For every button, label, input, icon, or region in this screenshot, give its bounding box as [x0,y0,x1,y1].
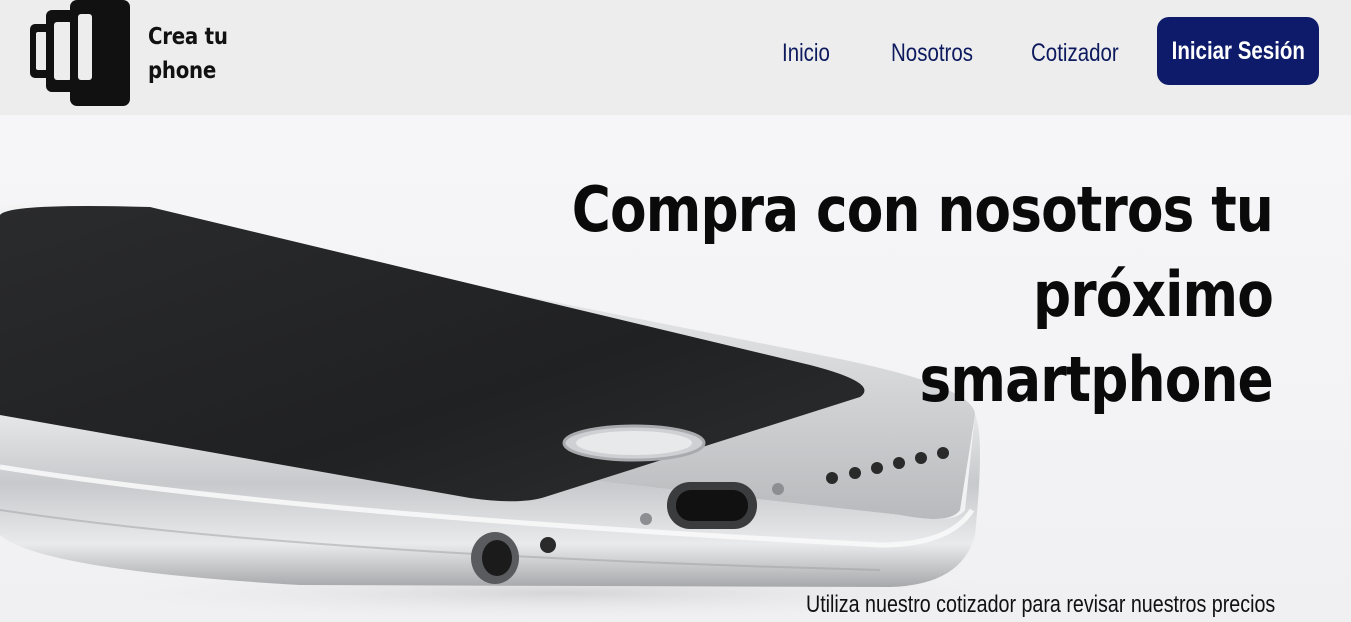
hero-title-line-2: smartphone [919,343,1274,416]
hero-section: Compra con nosotros tu próximo smartphon… [0,115,1351,622]
brand-line-1: Crea tu [148,24,228,50]
hero-title: Compra con nosotros tu próximo smartphon… [373,167,1274,422]
brand-line-2: phone [148,58,217,84]
hero-title-line-1: Compra con nosotros tu próximo [571,173,1274,331]
nav-nosotros[interactable]: Nosotros [891,36,973,70]
nav-inicio[interactable]: Inicio [782,36,830,70]
login-button[interactable]: Iniciar Sesión [1157,17,1319,85]
site-header: Crea tu phone Inicio Nosotros Cotizador … [0,0,1351,115]
login-button-label: Iniciar Sesión [1171,36,1305,65]
nav-cotizador[interactable]: Cotizador [1031,36,1119,70]
brand-name[interactable]: Crea tu phone [148,20,234,88]
phones-logo-icon[interactable] [28,0,138,108]
hero-subtitle: Utiliza nuestro cotizador para revisar n… [805,591,1275,618]
